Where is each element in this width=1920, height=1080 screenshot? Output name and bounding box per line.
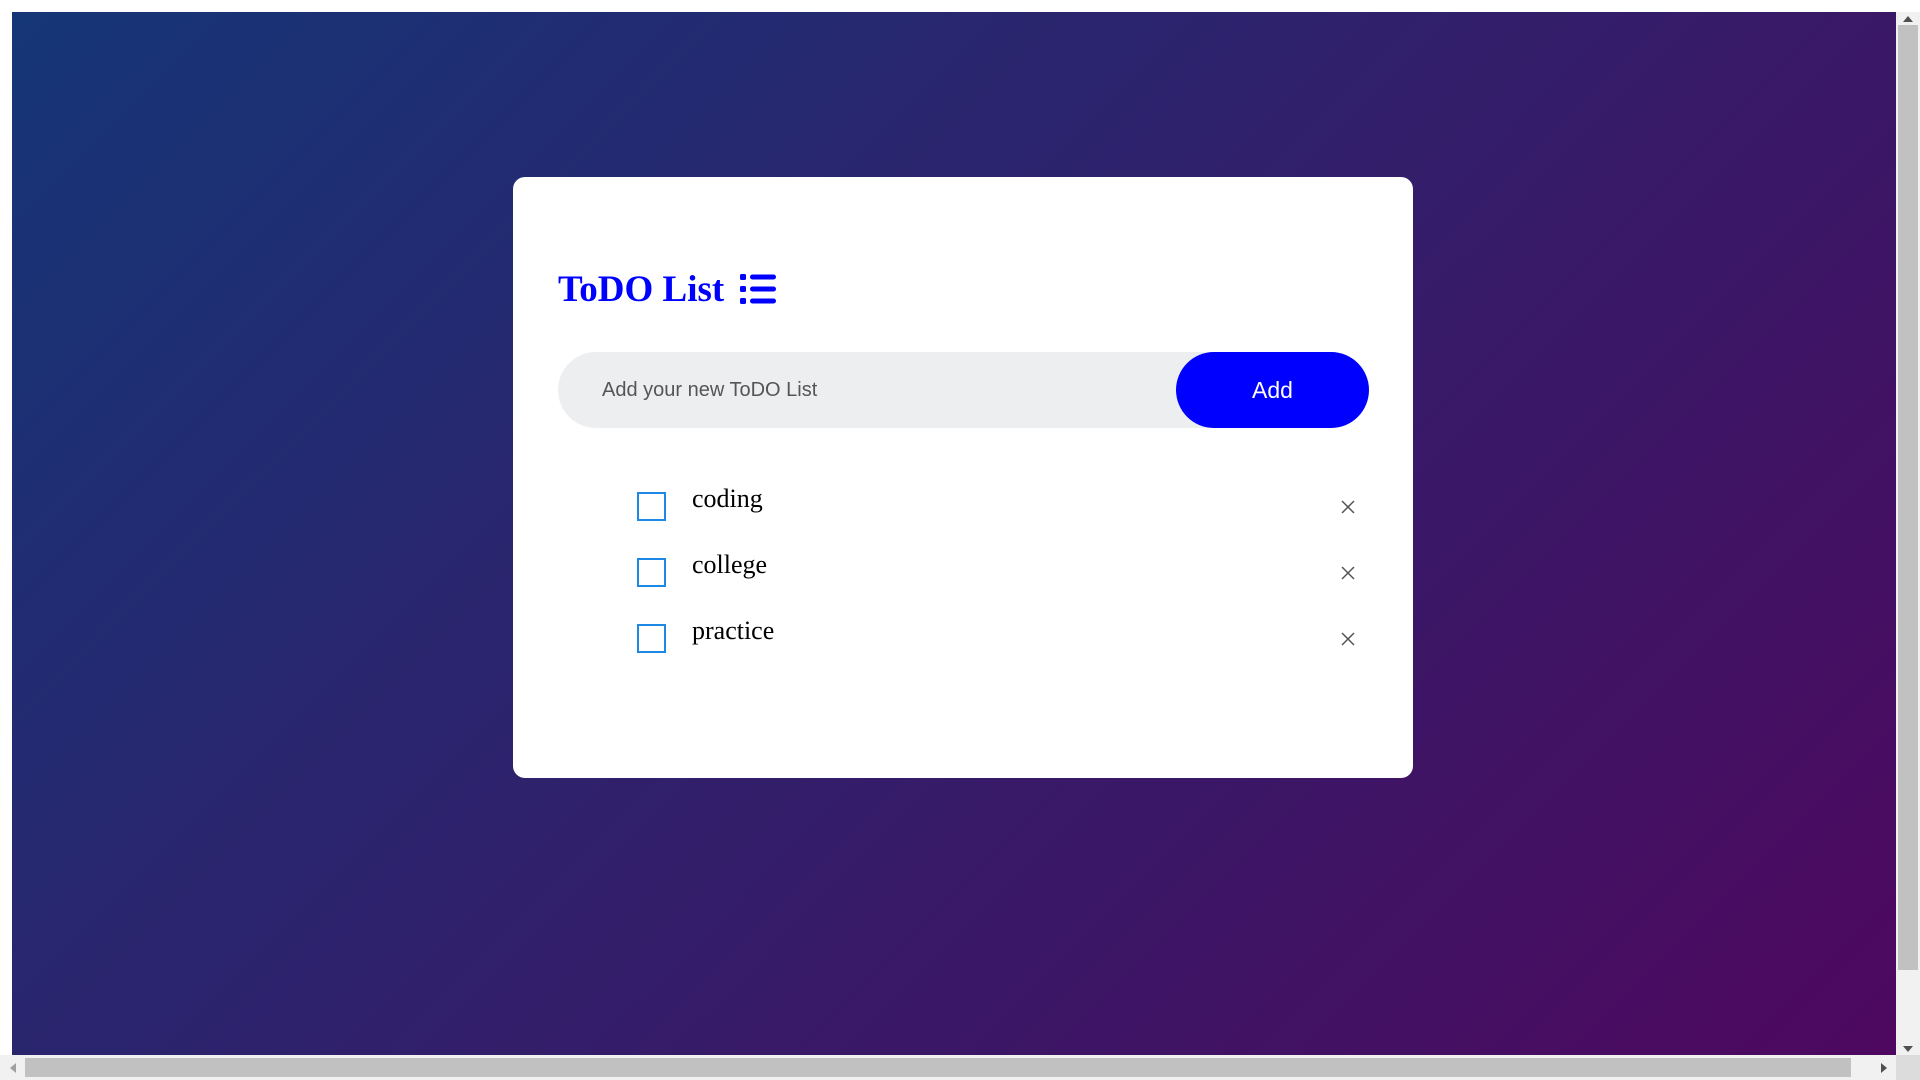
todo-card: ToDO List Add coding [513,177,1413,778]
page-viewport: ToDO List Add coding [12,12,1896,1055]
scroll-down-arrow-icon[interactable] [1896,1042,1920,1055]
list-icon [740,274,777,304]
list-item: coding [513,474,1413,540]
todo-checkbox[interactable] [637,624,666,653]
vertical-scrollbar-thumb[interactable] [1898,25,1918,970]
close-icon[interactable] [1333,558,1363,588]
horizontal-scrollbar[interactable] [0,1055,1896,1080]
todo-label[interactable]: coding [692,484,763,514]
scroll-up-arrow-icon[interactable] [1896,12,1920,25]
horizontal-scrollbar-thumb[interactable] [25,1058,1851,1077]
window-top-edge [0,0,1896,12]
scroll-right-arrow-icon[interactable] [1871,1055,1896,1080]
window-left-edge [0,0,12,1055]
scroll-left-arrow-icon[interactable] [0,1055,25,1080]
vertical-scrollbar[interactable] [1896,12,1920,1055]
list-item: college [513,540,1413,606]
close-icon[interactable] [1333,624,1363,654]
list-item: practice [513,606,1413,672]
todo-input[interactable] [558,352,1158,428]
title-text: ToDO List [558,268,725,310]
close-icon[interactable] [1333,492,1363,522]
todo-label[interactable]: college [692,550,767,580]
add-button[interactable]: Add [1176,352,1369,428]
todo-list: coding college practice [513,474,1413,672]
todo-label[interactable]: practice [692,616,774,646]
page-title: ToDO List [558,261,777,317]
todo-checkbox[interactable] [637,558,666,587]
scrollbar-corner [1896,1055,1920,1080]
todo-checkbox[interactable] [637,492,666,521]
add-todo-row: Add [558,352,1369,428]
